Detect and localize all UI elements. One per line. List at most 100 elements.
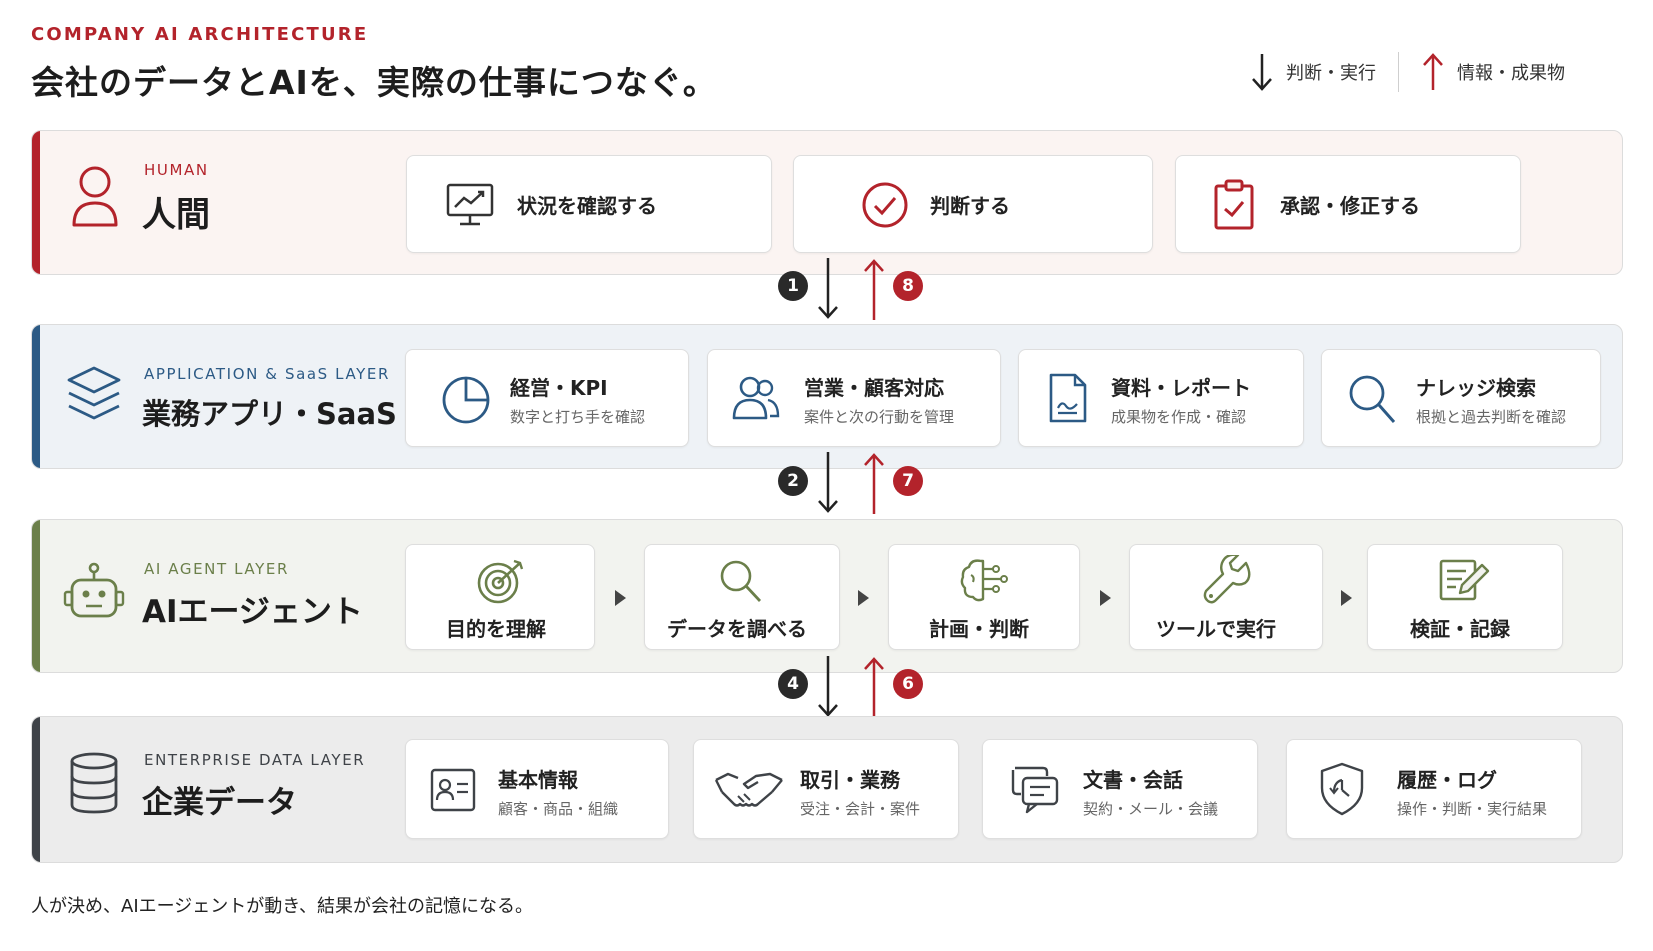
- arrow-up-icon: [864, 657, 884, 718]
- layer-app: APPLICATION & SaaS LAYER 業務アプリ・SaaS 経営・K…: [31, 324, 1623, 469]
- card-logs[interactable]: 履歴・ログ 操作・判断・実行結果: [1286, 739, 1582, 839]
- step-badge-1: 1: [778, 271, 808, 301]
- layer-title: AIエージェント: [142, 594, 363, 630]
- card-kpi[interactable]: 経営・KPI 数字と打ち手を確認: [405, 349, 689, 447]
- legend-divider: [1398, 52, 1399, 92]
- target-icon: [477, 559, 524, 604]
- card-subtitle: 根拠と過去判断を確認: [1416, 408, 1567, 426]
- arrow-up-icon: [1423, 53, 1443, 90]
- step-title: 計画・判断: [929, 617, 1029, 641]
- edit-note-icon: [1439, 559, 1490, 601]
- layer-title: 業務アプリ・SaaS: [142, 397, 397, 431]
- legend-down: 判断・実行: [1250, 52, 1376, 92]
- handshake-icon: [714, 772, 783, 807]
- card-reports[interactable]: 資料・レポート 成果物を作成・確認: [1018, 349, 1304, 447]
- users-icon: [732, 376, 780, 420]
- layer-accent: [32, 520, 40, 672]
- card-title: 文書・会話: [1083, 768, 1183, 792]
- card-title: ナレッジ検索: [1416, 376, 1536, 400]
- search-icon: [1349, 375, 1396, 423]
- document-icon: [1049, 373, 1087, 423]
- step-title: ツールで実行: [1156, 617, 1276, 641]
- layer-en-label: AI AGENT LAYER: [144, 560, 289, 578]
- layer-en-label: ENTERPRISE DATA LAYER: [144, 751, 366, 769]
- monitor-chart-icon: [446, 183, 494, 226]
- id-card-icon: [430, 768, 476, 812]
- layer-agent: AI AGENT LAYER AIエージェント 目的を理解 データを調べる 計画…: [31, 519, 1623, 673]
- arrow-up-icon: [864, 259, 884, 320]
- brain-icon: [960, 559, 1008, 602]
- card-master-data[interactable]: 基本情報 顧客・商品・組織: [405, 739, 669, 839]
- check-circle-icon: [862, 182, 908, 228]
- eyebrow-label: COMPANY AI ARCHITECTURE: [31, 24, 369, 45]
- card-title: 基本情報: [498, 768, 578, 792]
- arrow-down-icon: [818, 452, 838, 513]
- arrow-down-icon: [818, 258, 838, 319]
- step-title: データを調べる: [667, 617, 807, 641]
- card-title: 取引・業務: [800, 768, 900, 792]
- card-title: 状況を確認する: [517, 194, 657, 218]
- card-title: 資料・レポート: [1111, 376, 1251, 400]
- legend-up: 情報・成果物: [1421, 52, 1565, 92]
- arrow-up-icon: [864, 453, 884, 514]
- legend-down-label: 判断・実行: [1286, 63, 1376, 84]
- person-icon: [72, 166, 118, 227]
- layer-human: HUMAN 人間 状況を確認する 判断する 承認・修正する: [31, 130, 1623, 275]
- agent-step-execute[interactable]: ツールで実行: [1129, 544, 1323, 650]
- step-badge-4: 4: [778, 669, 808, 699]
- legend-up-label: 情報・成果物: [1457, 63, 1565, 84]
- search-icon: [720, 560, 762, 602]
- agent-step-plan[interactable]: 計画・判断: [888, 544, 1080, 650]
- legend: 判断・実行 情報・成果物: [1250, 48, 1565, 96]
- footer-caption: 人が決め、AIエージェントが動き、結果が会社の記憶になる。: [31, 896, 533, 917]
- card-sales[interactable]: 営業・顧客対応 案件と次の行動を管理: [707, 349, 1001, 447]
- page-title: 会社のデータとAIを、実際の仕事につなぐ。: [31, 63, 717, 102]
- layer-title: 企業データ: [142, 785, 297, 821]
- layer-data: ENTERPRISE DATA LAYER 企業データ 基本情報 顧客・商品・組…: [31, 716, 1623, 863]
- agent-step-verify[interactable]: 検証・記録: [1367, 544, 1563, 650]
- layer-accent: [32, 131, 40, 274]
- agent-step-research[interactable]: データを調べる: [644, 544, 840, 650]
- step-title: 目的を理解: [446, 617, 546, 641]
- card-title: 判断する: [930, 194, 1010, 218]
- card-title: 経営・KPI: [510, 376, 608, 400]
- step-arrow: [615, 590, 626, 606]
- step-arrow: [1341, 590, 1352, 606]
- layer-en-label: HUMAN: [144, 161, 209, 179]
- step-arrow: [1100, 590, 1111, 606]
- arrow-down-icon: [1252, 54, 1272, 91]
- card-title: 履歴・ログ: [1397, 768, 1497, 792]
- clipboard-check-icon: [1214, 179, 1254, 230]
- card-judge[interactable]: 判断する: [793, 155, 1153, 253]
- step-title: 検証・記録: [1410, 617, 1510, 641]
- card-subtitle: 成果物を作成・確認: [1111, 408, 1247, 426]
- card-transactions[interactable]: 取引・業務 受注・会計・案件: [693, 739, 959, 839]
- card-title: 承認・修正する: [1280, 194, 1420, 218]
- card-approve[interactable]: 承認・修正する: [1175, 155, 1521, 253]
- chat-icon: [1011, 766, 1059, 814]
- arrow-down-icon: [818, 656, 838, 717]
- database-icon: [70, 752, 118, 814]
- step-badge-7: 7: [893, 466, 923, 496]
- card-knowledge[interactable]: ナレッジ検索 根拠と過去判断を確認: [1321, 349, 1601, 447]
- step-badge-8: 8: [893, 271, 923, 301]
- layer-accent: [32, 325, 40, 468]
- card-subtitle: 契約・メール・会議: [1083, 800, 1219, 818]
- card-documents[interactable]: 文書・会話 契約・メール・会議: [982, 739, 1258, 839]
- layer-accent: [32, 717, 40, 862]
- layers-icon: [67, 366, 121, 420]
- shield-clock-icon: [1320, 762, 1364, 816]
- agent-step-understand[interactable]: 目的を理解: [405, 544, 595, 650]
- layer-en-label: APPLICATION & SaaS LAYER: [144, 365, 391, 383]
- step-badge-6: 6: [893, 669, 923, 699]
- wrench-icon: [1203, 555, 1251, 604]
- card-subtitle: 操作・判断・実行結果: [1397, 800, 1548, 818]
- card-subtitle: 数字と打ち手を確認: [510, 408, 646, 426]
- step-arrow: [858, 590, 869, 606]
- card-subtitle: 受注・会計・案件: [800, 800, 921, 818]
- card-status-check[interactable]: 状況を確認する: [406, 155, 772, 253]
- pie-chart-icon: [442, 376, 490, 424]
- step-badge-2: 2: [778, 466, 808, 496]
- card-subtitle: 案件と次の行動を管理: [804, 408, 955, 426]
- card-subtitle: 顧客・商品・組織: [498, 800, 619, 818]
